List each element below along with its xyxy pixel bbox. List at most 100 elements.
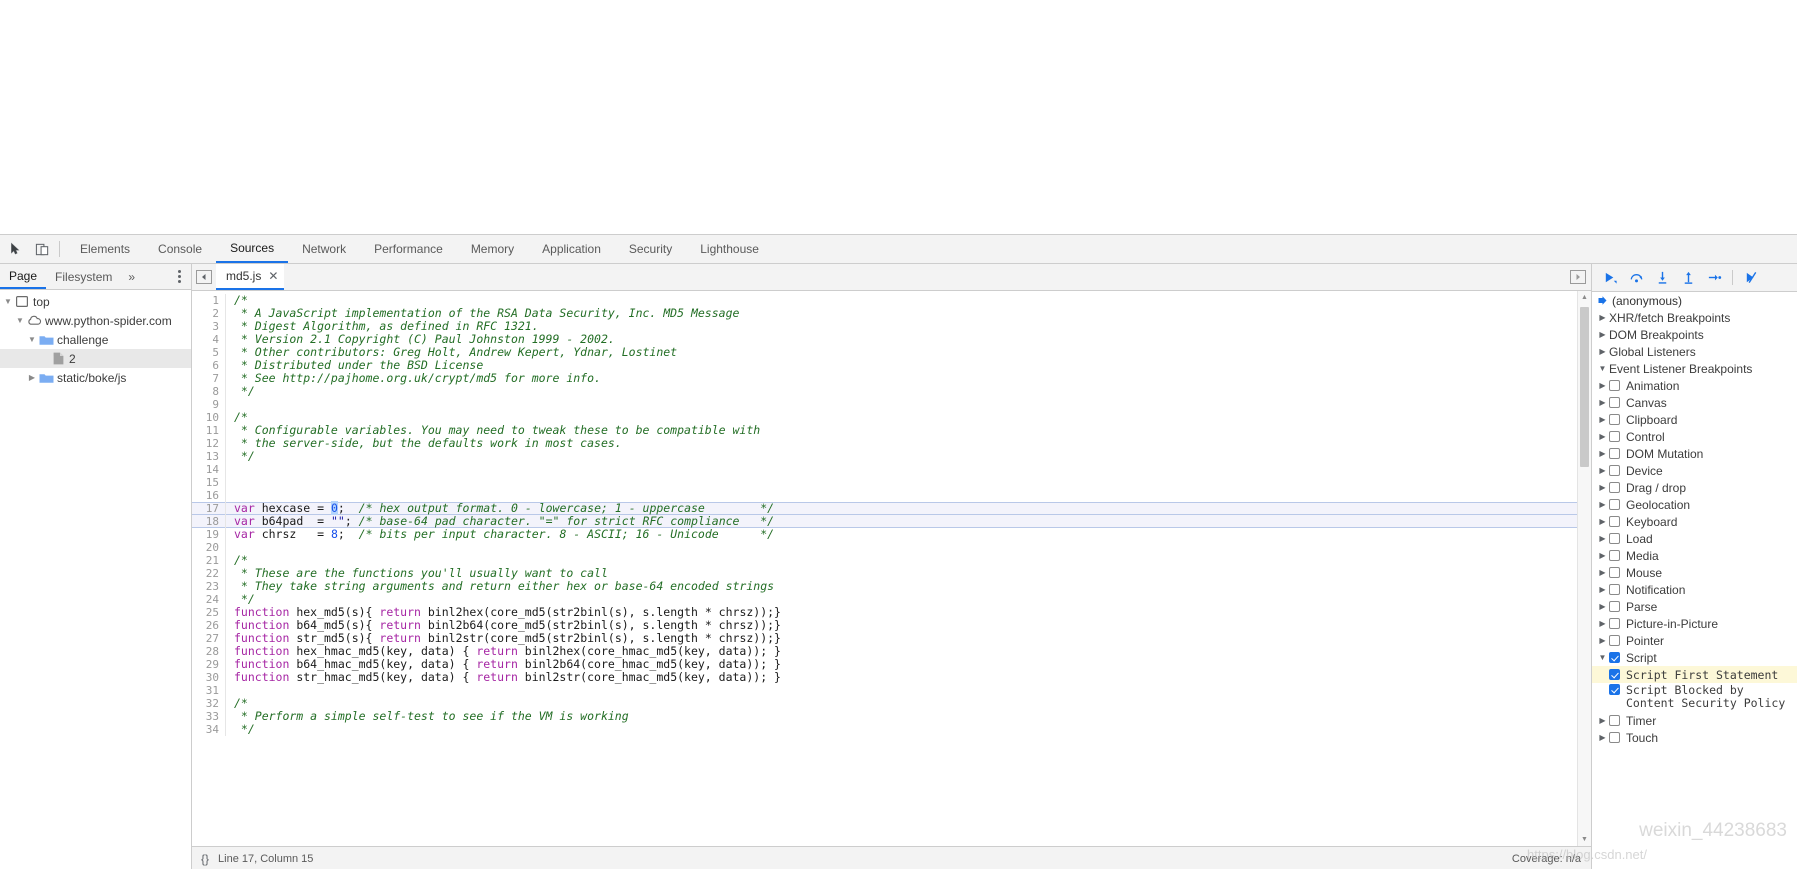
line-number[interactable]: 9 [192, 398, 226, 411]
chevron-right-icon[interactable]: ▶ [1596, 568, 1609, 577]
checkbox[interactable] [1609, 732, 1620, 743]
code-text[interactable]: * Perform a simple self-test to see if t… [234, 710, 1577, 723]
chevron-right-icon[interactable]: ▶ [26, 373, 38, 382]
line-number[interactable]: 27 [192, 632, 226, 645]
line-number[interactable]: 28 [192, 645, 226, 658]
checkbox[interactable] [1609, 684, 1620, 695]
checkbox[interactable] [1609, 465, 1620, 476]
event-listener-group-dom-mutation[interactable]: ▶ DOM Mutation [1592, 445, 1797, 462]
debugger-section-dom-breakpoints[interactable]: ▶ DOM Breakpoints [1592, 326, 1797, 343]
line-number[interactable]: 23 [192, 580, 226, 593]
tab-sources[interactable]: Sources [216, 235, 289, 263]
line-number[interactable]: 34 [192, 723, 226, 736]
event-listener-group-drag-drop[interactable]: ▶ Drag / drop [1592, 479, 1797, 496]
chevron-down-icon[interactable]: ▼ [2, 297, 14, 306]
line-number[interactable]: 17 [192, 502, 226, 515]
chevron-right-icon[interactable]: ▶ [1596, 432, 1609, 441]
toggle-debugger-sidebar-button[interactable] [1570, 264, 1586, 290]
line-number[interactable]: 19 [192, 528, 226, 541]
resume-icon[interactable] [1598, 266, 1622, 290]
chevron-right-icon[interactable]: ▶ [1596, 585, 1609, 594]
chevron-right-icon[interactable]: ▶ [1596, 398, 1609, 407]
tree-item-domain[interactable]: ▼ www.python-spider.com [0, 311, 191, 330]
event-listener-group-timer[interactable]: ▶ Timer [1592, 712, 1797, 729]
line-number[interactable]: 16 [192, 489, 226, 502]
tab-application[interactable]: Application [528, 235, 615, 263]
checkbox[interactable] [1609, 533, 1620, 544]
code-line[interactable]: 30 function str_hmac_md5(key, data) { ret… [192, 671, 1577, 684]
device-toolbar-icon[interactable] [29, 236, 55, 262]
code-text[interactable]: * the server-side, but the defaults work… [234, 437, 1577, 450]
tab-memory[interactable]: Memory [457, 235, 528, 263]
chevron-right-icon[interactable]: ▶ [1596, 602, 1609, 611]
line-number[interactable]: 26 [192, 619, 226, 632]
checkbox[interactable] [1609, 715, 1620, 726]
debugger-section-global-listeners[interactable]: ▶ Global Listeners [1592, 343, 1797, 360]
close-icon[interactable]: ✕ [268, 269, 278, 283]
checkbox[interactable] [1609, 635, 1620, 646]
step-out-icon[interactable] [1676, 266, 1700, 290]
chevron-right-icon[interactable]: ▶ [1596, 381, 1609, 390]
toggle-navigator-sidebar-button[interactable] [192, 264, 216, 290]
chevron-right-icon[interactable]: ▶ [1596, 415, 1609, 424]
event-listener-group-picture-in-picture[interactable]: ▶ Picture-in-Picture [1592, 615, 1797, 632]
event-listener-group-mouse[interactable]: ▶ Mouse [1592, 564, 1797, 581]
event-listener-group-animation[interactable]: ▶ Animation [1592, 377, 1797, 394]
event-listener-group-media[interactable]: ▶ Media [1592, 547, 1797, 564]
line-number[interactable]: 32 [192, 697, 226, 710]
chevron-right-icon[interactable]: ▶ [1596, 619, 1609, 628]
checkbox[interactable] [1609, 550, 1620, 561]
chevron-right-icon[interactable]: ▶ [1596, 483, 1609, 492]
checkbox[interactable] [1609, 414, 1620, 425]
tab-security[interactable]: Security [615, 235, 686, 263]
event-listener-group-load[interactable]: ▶ Load [1592, 530, 1797, 547]
checkbox[interactable] [1609, 431, 1620, 442]
tab-network[interactable]: Network [288, 235, 360, 263]
code-vertical-scrollbar[interactable]: ▲ ▼ [1577, 291, 1591, 846]
tree-item-static-boke-js[interactable]: ▶ static/boke/js [0, 368, 191, 387]
chevron-down-icon[interactable]: ▼ [26, 335, 38, 344]
checkbox[interactable] [1609, 567, 1620, 578]
event-listener-group-notification[interactable]: ▶ Notification [1592, 581, 1797, 598]
code-text[interactable]: * See http://pajhome.org.uk/crypt/md5 fo… [234, 372, 1577, 385]
navigator-more-tabs-icon[interactable]: » [121, 264, 142, 289]
line-number[interactable]: 1 [192, 294, 226, 307]
checkbox[interactable] [1609, 397, 1620, 408]
event-listener-breakpoint-script-blocked-by-content-security-policy[interactable]: Script Blocked by Content Security Polic… [1592, 683, 1797, 712]
code-line[interactable]: 33 * Perform a simple self-test to see i… [192, 710, 1577, 723]
debugger-section-xhr-fetch-breakpoints[interactable]: ▶ XHR/fetch Breakpoints [1592, 309, 1797, 326]
chevron-right-icon[interactable]: ▶ [1596, 500, 1609, 509]
line-number[interactable]: 4 [192, 333, 226, 346]
line-number[interactable]: 24 [192, 593, 226, 606]
event-listener-group-geolocation[interactable]: ▶ Geolocation [1592, 496, 1797, 513]
line-number[interactable]: 18 [192, 514, 226, 528]
event-listener-group-keyboard[interactable]: ▶ Keyboard [1592, 513, 1797, 530]
tree-item-top[interactable]: ▼ top [0, 292, 191, 311]
tab-performance[interactable]: Performance [360, 235, 457, 263]
line-number[interactable]: 15 [192, 476, 226, 489]
line-number[interactable]: 25 [192, 606, 226, 619]
code-line[interactable]: 19 var chrsz = 8; /* bits per input chara… [192, 528, 1577, 541]
chevron-right-icon[interactable]: ▶ [1596, 449, 1609, 458]
code-line[interactable]: 31 [192, 684, 1577, 697]
navigator-tab-filesystem[interactable]: Filesystem [46, 264, 121, 289]
event-listener-group-canvas[interactable]: ▶ Canvas [1592, 394, 1797, 411]
tab-console[interactable]: Console [144, 235, 216, 263]
line-number[interactable]: 12 [192, 437, 226, 450]
line-number[interactable]: 22 [192, 567, 226, 580]
checkbox[interactable] [1609, 482, 1620, 493]
code-line[interactable]: 15 [192, 476, 1577, 489]
checkbox[interactable] [1609, 584, 1620, 595]
code-scroll-container[interactable]: 1 /* 2 * A JavaScript implementation of th… [192, 291, 1577, 846]
code-line[interactable]: 12 * the server-side, but the defaults w… [192, 437, 1577, 450]
chevron-down-icon[interactable]: ▼ [1596, 653, 1609, 662]
code-text[interactable]: function str_hmac_md5(key, data) { retur… [234, 671, 1577, 684]
checkbox[interactable] [1609, 448, 1620, 459]
chevron-right-icon[interactable]: ▶ [1596, 551, 1609, 560]
line-number[interactable]: 31 [192, 684, 226, 697]
code-text[interactable]: */ [234, 385, 1577, 398]
checkbox[interactable] [1609, 669, 1620, 680]
line-number[interactable]: 3 [192, 320, 226, 333]
event-listener-breakpoint-script-first-statement[interactable]: Script First Statement [1592, 666, 1797, 683]
checkbox[interactable] [1609, 601, 1620, 612]
